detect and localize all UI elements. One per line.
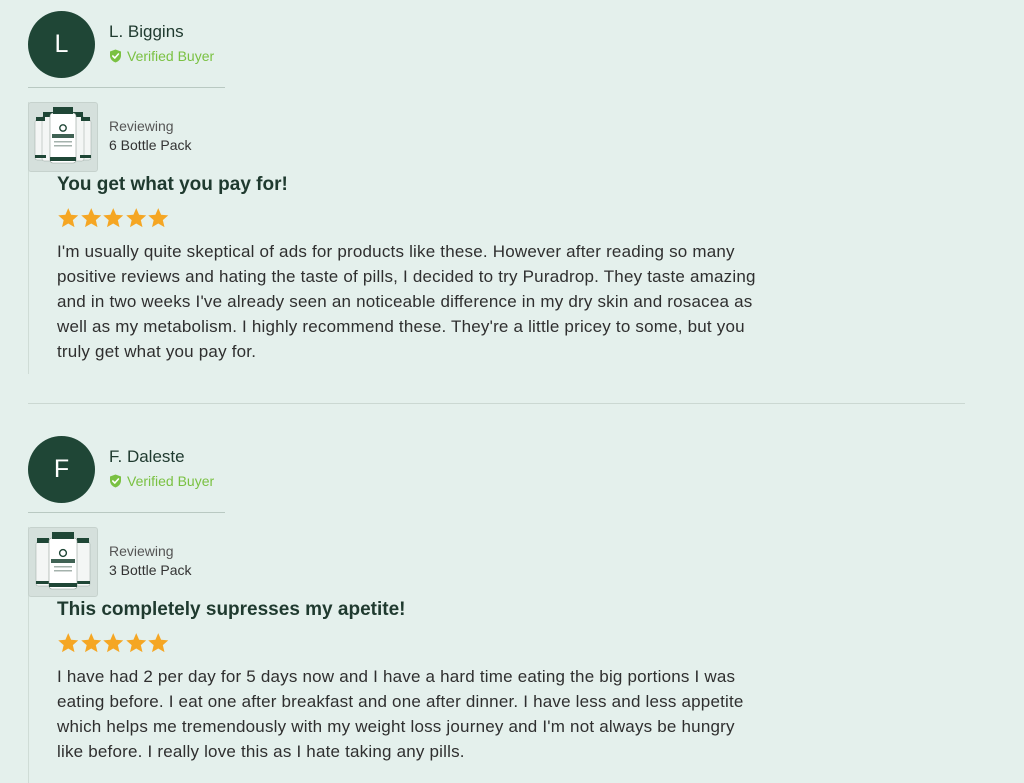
header-divider xyxy=(28,87,225,88)
product-name[interactable]: 6 Bottle Pack xyxy=(109,137,192,153)
product-name[interactable]: 3 Bottle Pack xyxy=(109,562,192,578)
star-filled-icon xyxy=(125,208,146,228)
verified-label: Verified Buyer xyxy=(127,473,215,489)
reviewing-label: Reviewing xyxy=(109,543,174,559)
reviewing-label: Reviewing xyxy=(109,118,174,134)
star-filled-icon xyxy=(125,633,146,653)
star-filled-icon xyxy=(103,633,124,653)
star-filled-icon xyxy=(58,208,79,228)
review-divider xyxy=(28,403,965,404)
star-rating xyxy=(57,207,170,229)
star-filled-icon xyxy=(103,208,124,228)
shield-check-icon xyxy=(109,49,122,63)
avatar: L xyxy=(28,11,95,78)
star-filled-icon xyxy=(148,208,169,228)
review-title: This completely supresses my apetite! xyxy=(57,599,406,620)
review-body: I have had 2 per day for 5 days now and … xyxy=(57,667,744,761)
review-title: You get what you pay for! xyxy=(57,174,288,195)
verified-badge: Verified Buyer xyxy=(109,473,214,489)
star-filled-icon xyxy=(58,633,79,653)
reviews-page: L L. Biggins Verified Buyer Reviewing 6 … xyxy=(0,0,1024,783)
reviewer-name: F. Daleste xyxy=(109,447,185,466)
star-filled-icon xyxy=(80,208,101,228)
star-rating xyxy=(57,632,170,654)
avatar: F xyxy=(28,436,95,503)
review-body: I'm usually quite skeptical of ads for p… xyxy=(57,242,756,361)
verified-label: Verified Buyer xyxy=(127,48,215,64)
product-thumbnail[interactable] xyxy=(28,102,98,172)
star-filled-icon xyxy=(80,633,101,653)
product-thumbnail[interactable] xyxy=(28,527,98,597)
star-filled-icon xyxy=(148,633,169,653)
shield-check-icon xyxy=(109,474,122,488)
verified-badge: Verified Buyer xyxy=(109,48,214,64)
header-divider xyxy=(28,512,225,513)
reviewer-name: L. Biggins xyxy=(109,22,184,41)
